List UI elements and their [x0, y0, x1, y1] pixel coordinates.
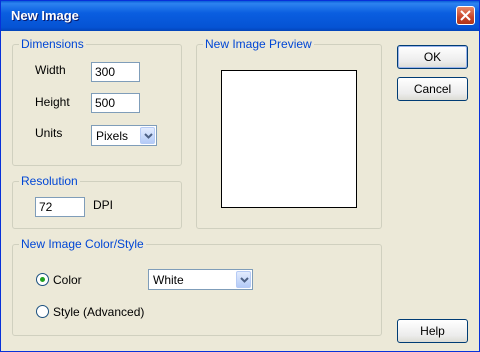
height-input[interactable]	[91, 93, 140, 113]
ok-button[interactable]: OK	[397, 45, 468, 69]
new-image-dialog: New Image Dimensions Width Height Units …	[0, 0, 480, 352]
chevron-down-icon[interactable]	[140, 127, 155, 144]
color-select[interactable]: White	[148, 269, 253, 290]
window-title: New Image	[11, 8, 79, 23]
color-style-legend: New Image Color/Style	[19, 237, 146, 251]
preview-canvas	[221, 70, 357, 208]
color-value: White	[153, 273, 184, 287]
color-radio[interactable]	[36, 273, 49, 286]
dimensions-group: Dimensions Width Height Units Pixels	[12, 37, 182, 166]
units-label: Units	[35, 126, 63, 140]
units-select[interactable]: Pixels	[91, 125, 157, 146]
chevron-down-icon[interactable]	[236, 271, 251, 288]
cancel-button[interactable]: Cancel	[397, 77, 468, 101]
units-value: Pixels	[96, 129, 129, 143]
height-label: Height	[35, 95, 70, 109]
radio-selected-dot	[40, 277, 45, 282]
width-label: Width	[35, 63, 66, 77]
preview-legend: New Image Preview	[203, 37, 314, 51]
help-button[interactable]: Help	[397, 319, 468, 343]
dimensions-legend: Dimensions	[19, 37, 86, 51]
dpi-label: DPI	[93, 198, 114, 212]
title-bar[interactable]: New Image	[1, 1, 479, 31]
style-label[interactable]: Style (Advanced)	[53, 305, 144, 319]
resolution-legend: Resolution	[19, 174, 80, 188]
color-style-group: New Image Color/Style Color White Style …	[12, 237, 382, 336]
preview-group: New Image Preview	[196, 37, 382, 229]
resolution-group: Resolution DPI	[12, 174, 182, 229]
width-input[interactable]	[91, 62, 140, 82]
dpi-input[interactable]	[35, 197, 85, 217]
close-button[interactable]	[456, 6, 475, 25]
color-label[interactable]: Color	[53, 273, 82, 287]
style-radio[interactable]	[36, 305, 49, 318]
